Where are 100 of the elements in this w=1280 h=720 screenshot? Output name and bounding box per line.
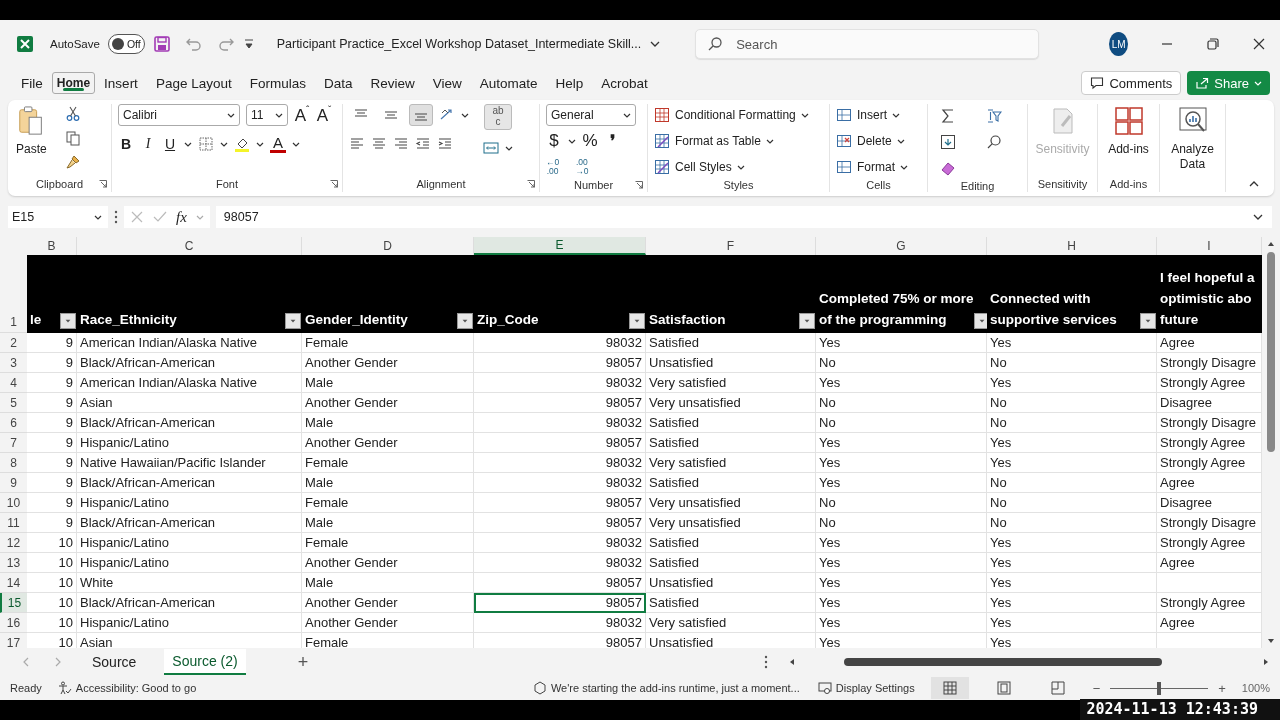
row-number[interactable]: 16 (0, 613, 27, 633)
ribbon-tab[interactable]: Review (361, 69, 424, 97)
font-color-button[interactable]: A (270, 135, 286, 153)
dialog-launcher-icon[interactable] (635, 181, 643, 189)
increase-decimal-button[interactable]: ←0 .00 (546, 158, 560, 176)
bold-button[interactable]: B (118, 136, 134, 152)
zoom-out-button[interactable]: − (1092, 680, 1101, 696)
decrease-decimal-button[interactable]: .00 →0 (575, 158, 589, 176)
caret-icon[interactable] (568, 137, 576, 145)
sort-filter-icon[interactable] (986, 108, 1002, 124)
font-name-dropdown[interactable]: Calibri (118, 104, 240, 126)
caret-icon[interactable] (184, 140, 192, 148)
row-number[interactable]: 7 (0, 433, 27, 453)
dialog-launcher-icon[interactable] (330, 180, 338, 188)
display-settings-button[interactable]: Display Settings (817, 681, 915, 695)
merge-center-icon[interactable] (483, 140, 499, 156)
ribbon-tab[interactable]: Data (314, 69, 362, 97)
underline-button[interactable]: U (162, 136, 178, 152)
sheet-tab[interactable]: Source (84, 649, 145, 675)
scroll-left-icon[interactable] (788, 658, 796, 666)
eraser-icon[interactable] (940, 160, 956, 176)
user-avatar[interactable]: LM (1109, 32, 1128, 56)
align-center-icon[interactable] (371, 136, 387, 152)
close-icon[interactable] (1252, 37, 1266, 51)
ribbon-tab[interactable]: Home (51, 72, 96, 94)
filter-dropdown-button[interactable] (973, 313, 987, 329)
align-right-icon[interactable] (393, 136, 409, 152)
more-options-icon[interactable] (114, 210, 118, 224)
comments-button[interactable]: Comments (1081, 71, 1182, 95)
row-number[interactable]: 3 (0, 353, 27, 373)
grow-font-button[interactable]: A$^{ˆ}$ (294, 104, 310, 126)
caret-icon[interactable] (292, 140, 300, 148)
row-number[interactable]: 5 (0, 393, 27, 413)
save-icon[interactable] (152, 35, 171, 53)
caret-icon[interactable] (220, 140, 228, 148)
number-format-dropdown[interactable]: General (546, 104, 636, 126)
copy-icon[interactable] (64, 130, 81, 146)
row-number[interactable]: 15 (0, 593, 27, 613)
horizontal-scrollbar[interactable] (844, 658, 1162, 666)
format-painter-icon[interactable] (64, 154, 81, 170)
conditional-formatting-button[interactable]: Conditional Formatting (654, 104, 809, 126)
italic-button[interactable]: I (140, 136, 156, 152)
ribbon-tab[interactable]: Acrobat (592, 69, 657, 97)
row-number[interactable]: 12 (0, 533, 27, 553)
scroll-up-icon[interactable] (1267, 240, 1275, 248)
paste-button[interactable]: Paste (14, 104, 49, 158)
shrink-font-button[interactable]: A$^{ˇ}$ (316, 104, 332, 126)
caret-icon[interactable] (505, 144, 513, 152)
row-number[interactable]: 11 (0, 513, 27, 533)
row-number[interactable]: 1 (0, 255, 27, 333)
comma-style-button[interactable]: ❜ (604, 130, 620, 152)
row-number[interactable]: 4 (0, 373, 27, 393)
name-box[interactable]: E15 (8, 206, 108, 228)
ribbon-tab[interactable]: Insert (95, 69, 147, 97)
share-button[interactable]: Share (1187, 71, 1270, 95)
insert-cells-button[interactable]: Insert (836, 104, 900, 126)
borders-icon[interactable] (198, 136, 214, 152)
row-number[interactable]: 14 (0, 573, 27, 593)
analyze-data-button[interactable]: Analyze Data (1167, 104, 1218, 172)
ribbon-tab[interactable]: File (12, 69, 52, 97)
increase-indent-icon[interactable] (437, 136, 453, 152)
accessibility-button[interactable]: Accessibility: Good to go (57, 681, 197, 695)
column-header[interactable]: E (474, 237, 646, 255)
currency-button[interactable]: $ (546, 131, 562, 151)
format-as-table-button[interactable]: Format as Table (654, 130, 774, 152)
formula-field[interactable]: 98057 (215, 206, 1272, 228)
autosum-icon[interactable] (940, 108, 956, 124)
scroll-down-icon[interactable] (1267, 637, 1275, 645)
caret-icon[interactable] (256, 140, 264, 148)
autosave-toggle[interactable]: Off (107, 34, 145, 54)
row-number[interactable]: 9 (0, 473, 27, 493)
decrease-indent-icon[interactable] (415, 136, 431, 152)
row-number[interactable]: 17 (0, 633, 27, 648)
row-number[interactable]: 2 (0, 333, 27, 353)
dialog-launcher-icon[interactable] (99, 180, 107, 188)
delete-cells-button[interactable]: Delete (836, 130, 905, 152)
document-title[interactable]: Participant Practice_Excel Workshop Dataset_Intermediate Skill... (276, 37, 642, 51)
ribbon-tab[interactable]: Automate (470, 69, 547, 97)
vertical-scrollbar[interactable] (1267, 252, 1275, 452)
ribbon-tab[interactable]: Page Layout (146, 69, 241, 97)
restore-icon[interactable] (1206, 37, 1220, 51)
check-icon[interactable] (153, 210, 167, 224)
add-sheet-button[interactable]: + (297, 651, 309, 673)
insert-function-button[interactable]: fx (176, 208, 187, 226)
format-cells-button[interactable]: Format (836, 156, 908, 178)
sheet-tab[interactable]: Source (2) (164, 649, 246, 675)
row-number[interactable]: 6 (0, 413, 27, 433)
fill-color-icon[interactable] (234, 136, 250, 152)
cut-icon[interactable] (64, 106, 81, 122)
cell-styles-button[interactable]: Cell Styles (654, 156, 745, 178)
wrap-text-button[interactable]: ab c (484, 104, 512, 130)
zoom-in-button[interactable]: + (1218, 680, 1226, 696)
scroll-right-icon[interactable] (1262, 658, 1270, 666)
caret-icon[interactable] (461, 111, 469, 119)
ribbon-tab[interactable]: Formulas (240, 69, 315, 97)
align-left-icon[interactable] (349, 136, 365, 152)
fill-down-icon[interactable] (940, 134, 956, 150)
customize-toolbar-icon[interactable] (242, 38, 255, 50)
ribbon-tab[interactable]: View (423, 69, 471, 97)
search-field[interactable]: Search (695, 29, 1040, 59)
